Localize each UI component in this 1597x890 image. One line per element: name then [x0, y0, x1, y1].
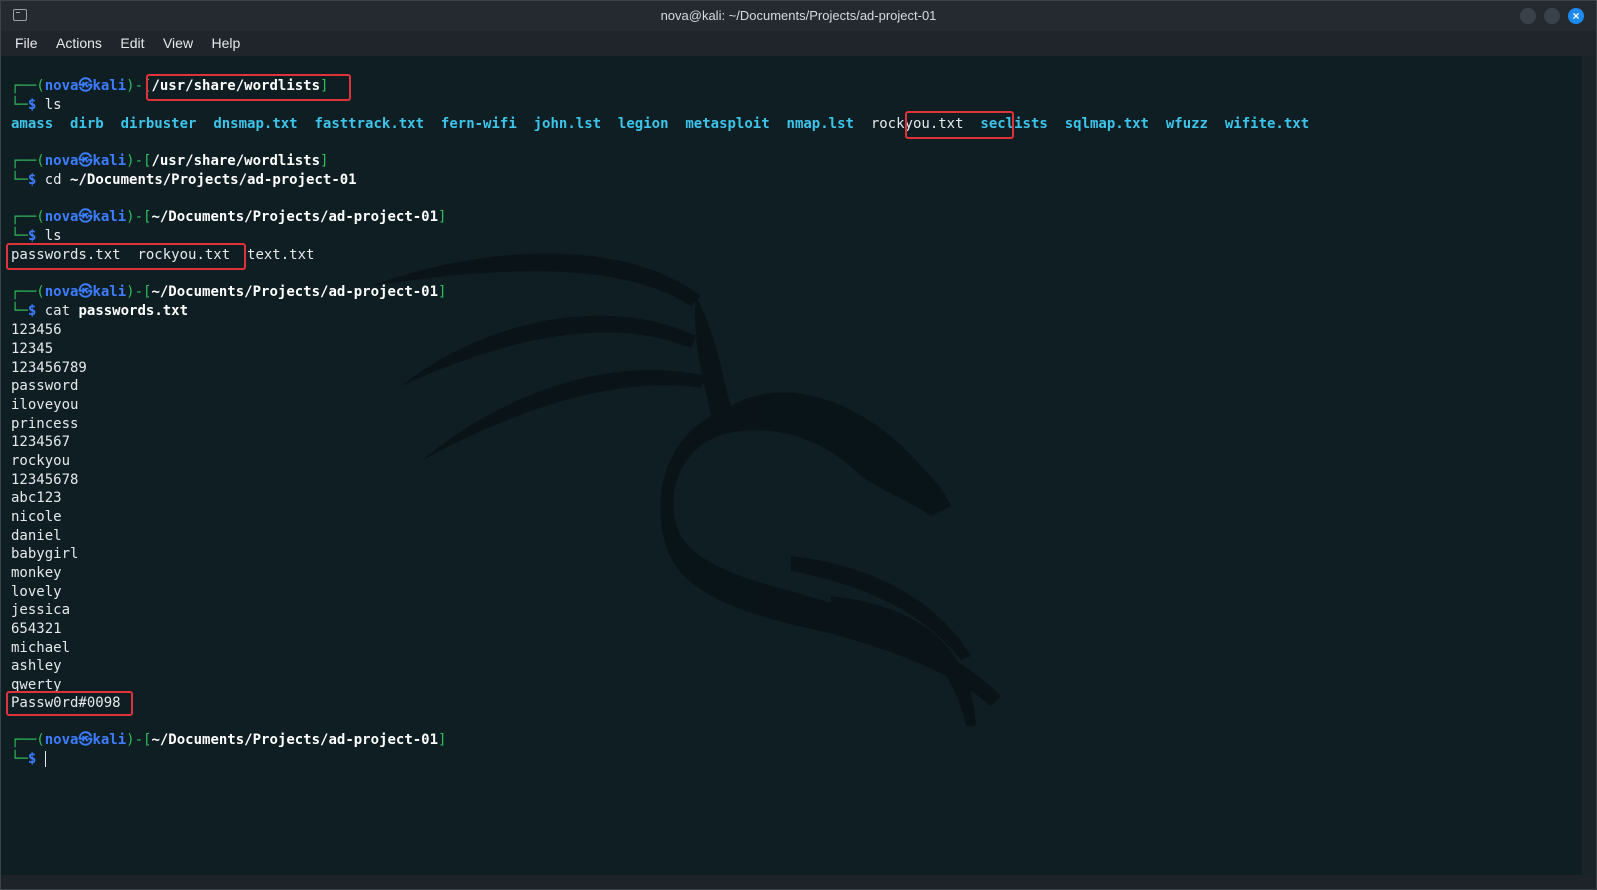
- highlight-box-wordlists-path: [146, 74, 351, 101]
- menu-bar: File Actions Edit View Help: [1, 31, 1596, 56]
- password-line: 654321: [11, 621, 62, 637]
- highlight-box-rockyou: [905, 111, 1014, 139]
- password-line: 12345: [11, 341, 54, 357]
- title-bar[interactable]: nova@kali: ~/Documents/Projects/ad-proje…: [1, 1, 1596, 31]
- prompt-line: ┌──(nova㉿kali)-[/usr/share/wordlists]: [11, 153, 329, 169]
- prompt-line: ┌──(nova㉿kali)-[~/Documents/Projects/ad-…: [11, 284, 447, 300]
- password-line: babygirl: [11, 546, 79, 562]
- prompt-line: ┌──(nova㉿kali)-[~/Documents/Projects/ad-…: [11, 732, 447, 748]
- password-line: 123456: [11, 322, 62, 338]
- password-line: monkey: [11, 565, 62, 581]
- cwd-path: ~/Documents/Projects/ad-project-01: [151, 284, 439, 300]
- terminal-output[interactable]: ┌──(nova㉿kali)-[/usr/share/wordlists] └─…: [1, 56, 1582, 875]
- password-line: lovely: [11, 584, 62, 600]
- minimize-button[interactable]: [1520, 8, 1536, 24]
- password-line: daniel: [11, 528, 62, 544]
- menu-help[interactable]: Help: [212, 31, 241, 51]
- password-line: jessica: [11, 602, 71, 618]
- kali-dragon-watermark-icon: [371, 253, 1001, 726]
- cwd-path: ~/Documents/Projects/ad-project-01: [151, 209, 439, 225]
- password-line: ashley: [11, 658, 62, 674]
- password-line: nicole: [11, 509, 62, 525]
- password-line: abc123: [11, 490, 62, 506]
- command-line: └─$ cat passwords.txt: [11, 303, 189, 319]
- command-line[interactable]: └─$: [11, 750, 46, 769]
- window-bottom-border: [1, 875, 1596, 889]
- password-line: michael: [11, 640, 71, 656]
- password-line: iloveyou: [11, 397, 79, 413]
- password-line: princess: [11, 416, 79, 432]
- command-line: └─$ cd ~/Documents/Projects/ad-project-0…: [11, 172, 357, 188]
- close-button[interactable]: ×: [1568, 8, 1584, 24]
- password-line: 123456789: [11, 360, 87, 376]
- menu-actions[interactable]: Actions: [56, 31, 102, 51]
- password-line: password: [11, 378, 79, 394]
- maximize-button[interactable]: [1544, 8, 1560, 24]
- menu-view[interactable]: View: [163, 31, 193, 51]
- ls-output-wordlists: amass dirb dirbuster dnsmap.txt fasttrac…: [11, 116, 1310, 132]
- window-title: nova@kali: ~/Documents/Projects/ad-proje…: [660, 8, 937, 23]
- prompt-line: ┌──(nova㉿kali)-[~/Documents/Projects/ad-…: [11, 209, 447, 225]
- password-line: 1234567: [11, 434, 71, 450]
- command-line: └─$ ls: [11, 97, 62, 113]
- highlight-box-found-password: [6, 691, 133, 716]
- cwd-path: /usr/share/wordlists: [151, 153, 321, 169]
- password-line: rockyou: [11, 453, 71, 469]
- text-cursor: [44, 751, 46, 767]
- scrollbar[interactable]: [1582, 56, 1596, 875]
- cwd-path: ~/Documents/Projects/ad-project-01: [151, 732, 439, 748]
- terminal-window: nova@kali: ~/Documents/Projects/ad-proje…: [0, 0, 1597, 890]
- menu-edit[interactable]: Edit: [120, 31, 144, 51]
- highlight-box-project-files: [6, 243, 246, 270]
- menu-file[interactable]: File: [15, 31, 38, 51]
- password-line: 12345678: [11, 472, 79, 488]
